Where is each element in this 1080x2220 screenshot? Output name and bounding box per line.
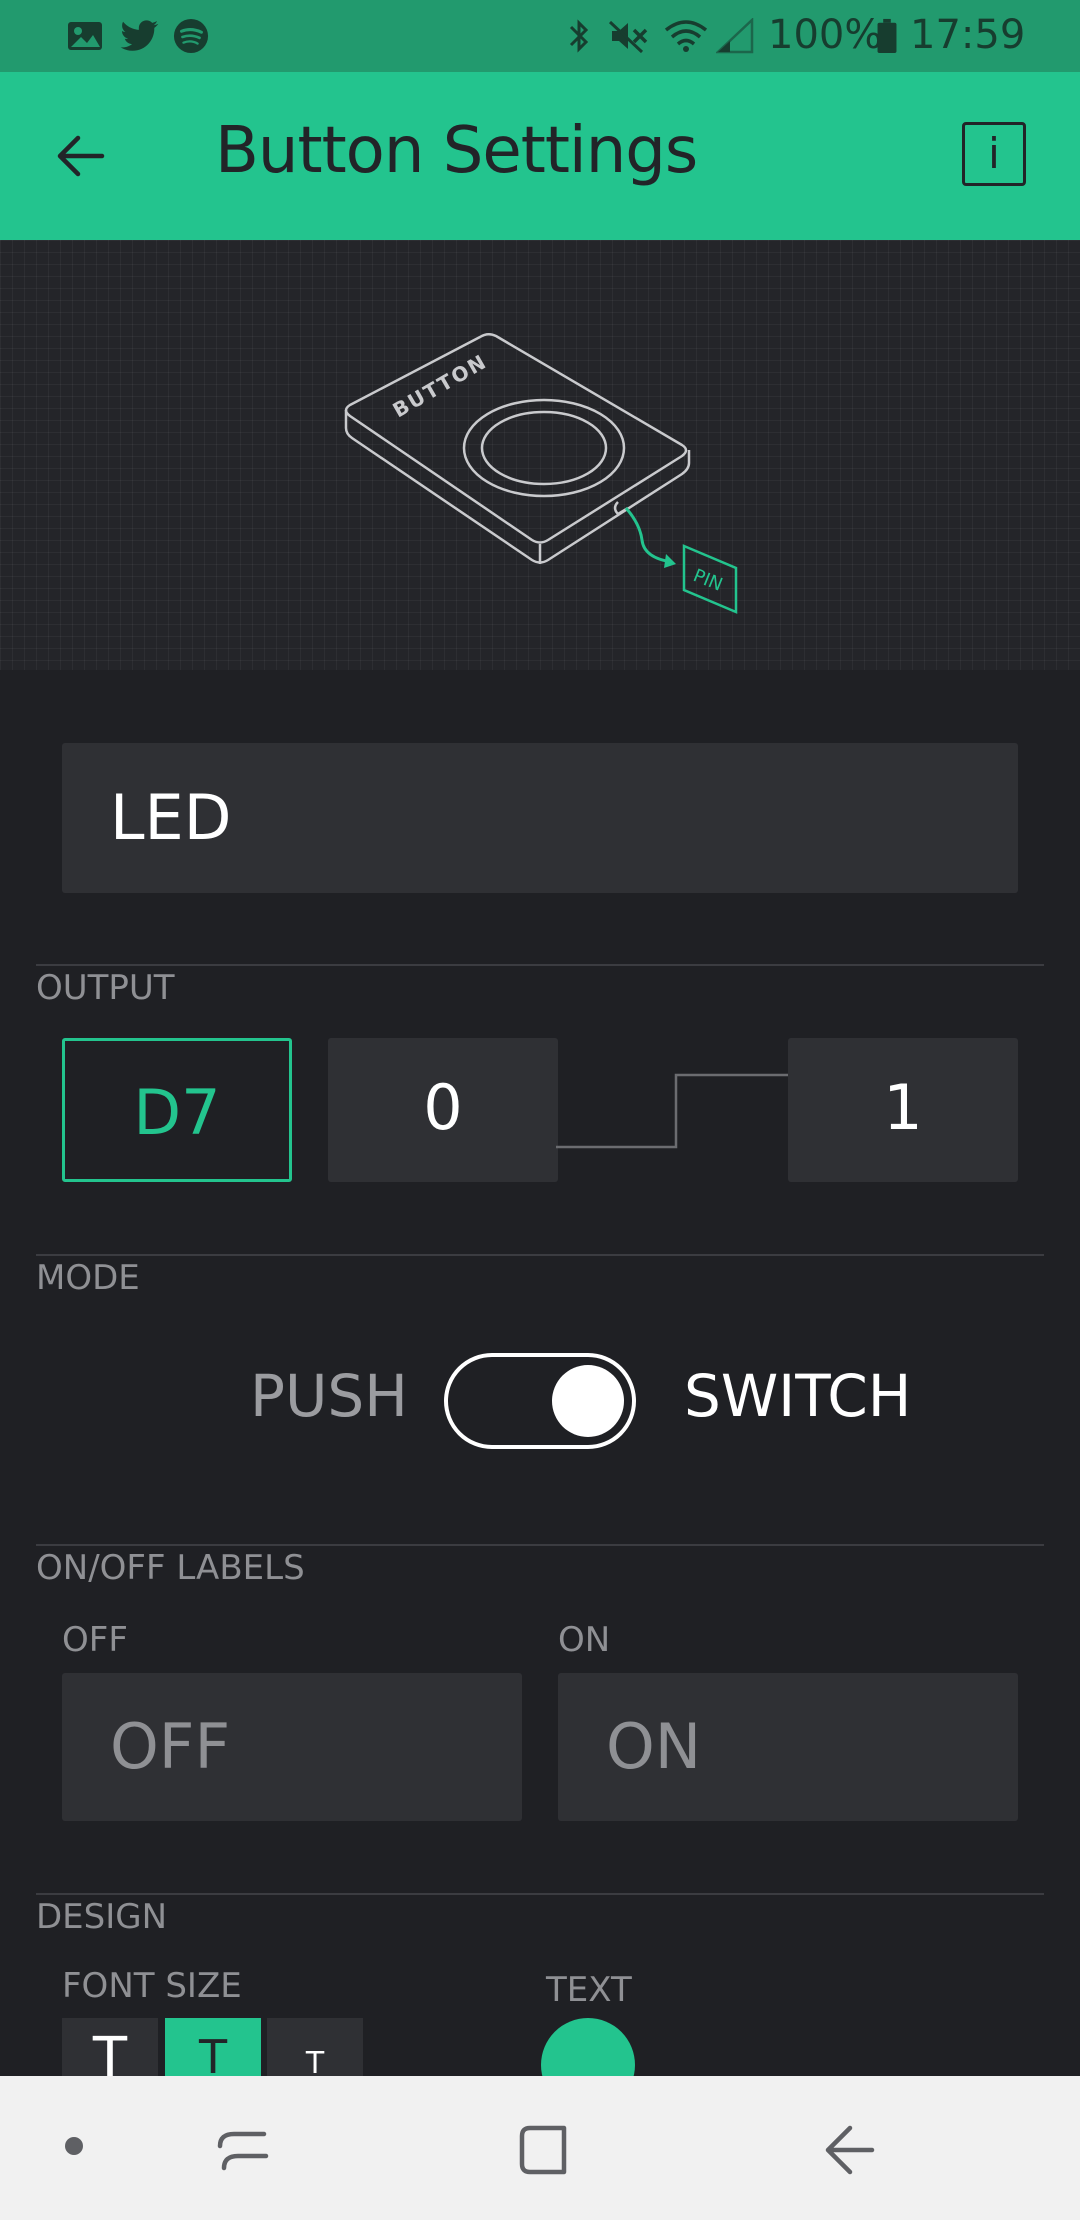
off-label-placeholder: OFF bbox=[110, 1710, 231, 1783]
mode-push-label[interactable]: PUSH bbox=[250, 1362, 408, 1430]
mode-section-label: MODE bbox=[36, 1258, 140, 1298]
status-bar: 100% 17:59 bbox=[0, 0, 1080, 72]
text-color-label: TEXT bbox=[546, 1970, 632, 2010]
recent-apps-icon[interactable] bbox=[214, 2122, 274, 2178]
home-icon[interactable] bbox=[514, 2122, 574, 2182]
output-range-line bbox=[556, 1073, 790, 1149]
battery-percent: 100% bbox=[768, 12, 883, 58]
back-nav-icon[interactable] bbox=[820, 2122, 880, 2182]
signal-icon bbox=[716, 18, 754, 54]
bluetooth-icon bbox=[569, 19, 589, 53]
widget-name-input[interactable]: LED bbox=[62, 743, 1018, 893]
divider bbox=[36, 964, 1044, 966]
button-label-text: BUTTON bbox=[389, 349, 492, 422]
divider bbox=[36, 1254, 1044, 1256]
off-label-input[interactable]: OFF bbox=[62, 1673, 522, 1821]
app-bar: Button Settings i bbox=[0, 72, 1080, 240]
divider bbox=[36, 1544, 1044, 1546]
font-size-label: FONT SIZE bbox=[62, 1966, 242, 2006]
output-low-value[interactable]: 0 bbox=[328, 1038, 558, 1182]
button-widget-icon: BUTTON PIN bbox=[344, 333, 738, 614]
navigation-bar bbox=[0, 2076, 1080, 2220]
output-section-label: OUTPUT bbox=[36, 968, 175, 1008]
mute-icon bbox=[608, 20, 648, 54]
toggle-knob bbox=[552, 1365, 624, 1437]
battery-icon bbox=[877, 18, 897, 54]
pin-label-text: PIN bbox=[690, 565, 725, 596]
clock: 17:59 bbox=[910, 12, 1026, 58]
wifi-icon bbox=[664, 20, 708, 52]
dot-icon[interactable] bbox=[62, 2134, 86, 2158]
mode-toggle[interactable] bbox=[444, 1353, 636, 1449]
design-section-label: DESIGN bbox=[36, 1897, 168, 1937]
image-icon bbox=[68, 22, 102, 50]
widget-illustration: BUTTON PIN bbox=[0, 240, 1080, 670]
mode-switch-label[interactable]: SWITCH bbox=[684, 1362, 911, 1430]
arrow-left-icon bbox=[57, 135, 105, 177]
on-label-input[interactable]: ON bbox=[558, 1673, 1018, 1821]
divider bbox=[36, 1893, 1044, 1895]
info-button[interactable]: i bbox=[962, 122, 1026, 186]
spotify-icon bbox=[173, 18, 209, 54]
on-field-label: ON bbox=[558, 1620, 611, 1660]
output-high-value[interactable]: 1 bbox=[788, 1038, 1018, 1182]
back-button[interactable] bbox=[40, 116, 128, 196]
off-field-label: OFF bbox=[62, 1620, 128, 1660]
on-label-placeholder: ON bbox=[606, 1710, 702, 1783]
labels-section-label: ON/OFF LABELS bbox=[36, 1548, 305, 1588]
page-title: Button Settings bbox=[215, 114, 698, 188]
twitter-icon bbox=[120, 20, 159, 51]
widget-name-value: LED bbox=[110, 781, 232, 854]
pin-selector[interactable]: D7 bbox=[62, 1038, 292, 1182]
